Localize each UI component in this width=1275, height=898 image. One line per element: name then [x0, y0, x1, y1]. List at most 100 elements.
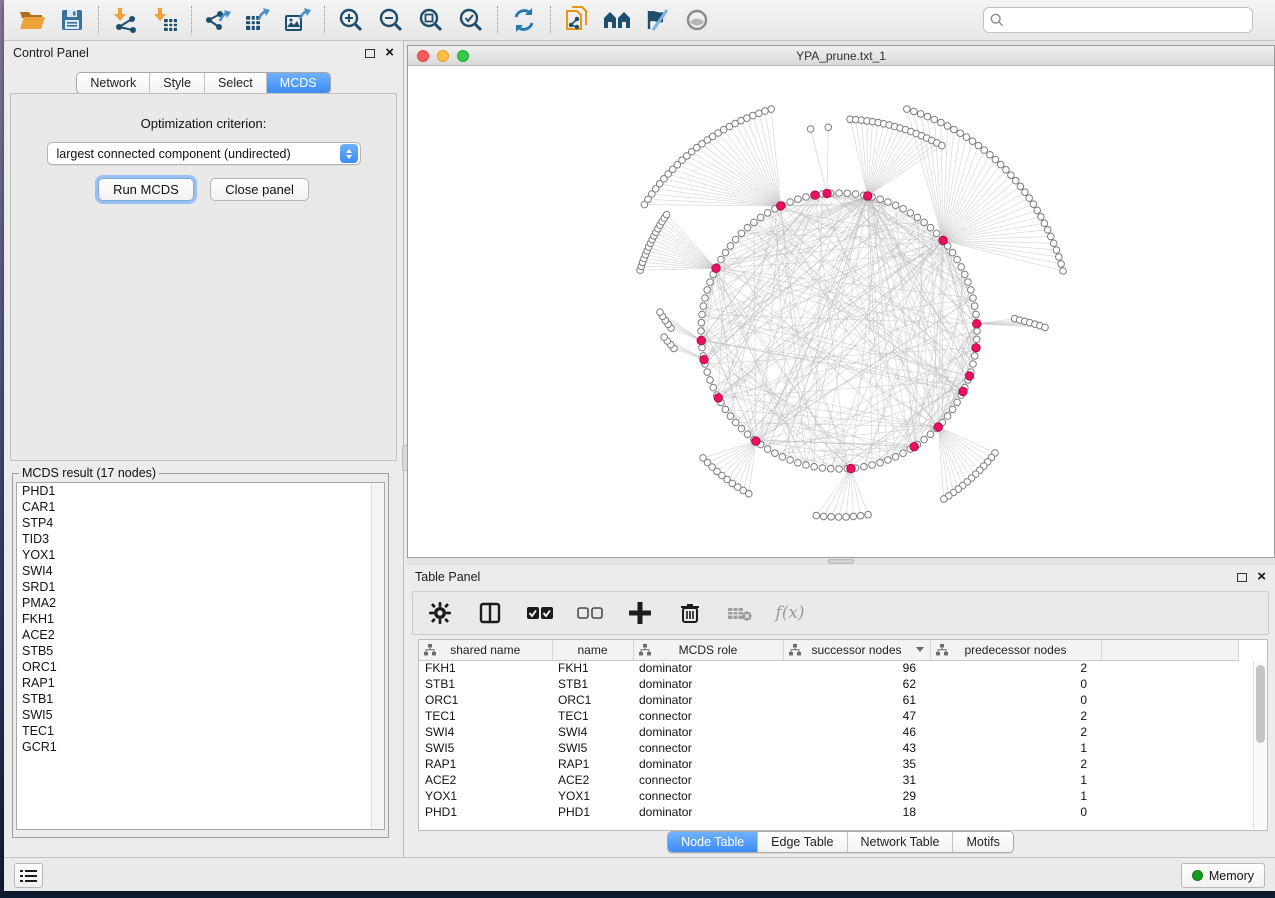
column-header-name[interactable]: name: [552, 640, 633, 660]
cell-shared_name[interactable]: STB1: [419, 676, 552, 692]
cell-shared_name[interactable]: PHD1: [419, 804, 552, 820]
cell-mcds_role[interactable]: dominator: [633, 676, 783, 692]
cell-successor_nodes[interactable]: 31: [783, 772, 930, 788]
cell-shared_name[interactable]: SWI4: [419, 724, 552, 740]
tab-edge-table[interactable]: Edge Table: [757, 832, 846, 852]
tab-select[interactable]: Select: [204, 73, 266, 93]
cell-predecessor_nodes[interactable]: 2: [930, 724, 1101, 740]
cell-successor_nodes[interactable]: 18: [783, 804, 930, 820]
table-row[interactable]: SWI5SWI5connector431: [419, 740, 1239, 756]
show-columns-button[interactable]: [475, 597, 505, 629]
mcds-result-item[interactable]: STP4: [17, 515, 384, 531]
cell-successor_nodes[interactable]: 43: [783, 740, 930, 756]
cell-mcds_role[interactable]: connector: [633, 708, 783, 724]
mcds-result-item[interactable]: CAR1: [17, 499, 384, 515]
mcds-result-item[interactable]: YOX1: [17, 547, 384, 563]
create-column-button[interactable]: [625, 597, 655, 629]
cell-name[interactable]: ORC1: [552, 692, 633, 708]
cell-shared_name[interactable]: RAP1: [419, 756, 552, 772]
cell-predecessor_nodes[interactable]: 0: [930, 692, 1101, 708]
cell-mcds_role[interactable]: dominator: [633, 804, 783, 820]
table-row[interactable]: SWI4SWI4dominator462: [419, 724, 1239, 740]
horizontal-splitter-handle[interactable]: [828, 559, 854, 564]
mcds-result-item[interactable]: STB5: [17, 643, 384, 659]
task-history-button[interactable]: [14, 863, 43, 888]
cell-mcds_role[interactable]: dominator: [633, 660, 783, 676]
cell-name[interactable]: RAP1: [552, 756, 633, 772]
clear-selection-checkboxes-button[interactable]: [575, 597, 605, 629]
save-session-button[interactable]: [52, 3, 92, 37]
import-network-button[interactable]: [105, 3, 145, 37]
column-header-successor-nodes[interactable]: successor nodes: [783, 640, 930, 660]
hide-graphics-details-button[interactable]: [637, 3, 677, 37]
cell-predecessor_nodes[interactable]: 2: [930, 708, 1101, 724]
cell-successor_nodes[interactable]: 47: [783, 708, 930, 724]
cell-name[interactable]: SWI5: [552, 740, 633, 756]
run-mcds-button[interactable]: Run MCDS: [98, 178, 194, 201]
open-file-button[interactable]: [12, 3, 52, 37]
close-panel-icon[interactable]: ×: [385, 48, 394, 58]
horizontal-splitter[interactable]: [406, 558, 1275, 565]
column-header-predecessor-nodes[interactable]: predecessor nodes: [930, 640, 1101, 660]
function-builder-button[interactable]: f(x): [775, 597, 805, 629]
tab-network[interactable]: Network: [77, 73, 149, 93]
export-image-button[interactable]: [278, 3, 318, 37]
mcds-result-item[interactable]: PHD1: [17, 483, 384, 499]
float-panel-icon[interactable]: [365, 49, 375, 58]
memory-button[interactable]: Memory: [1181, 863, 1265, 888]
cell-name[interactable]: PHD1: [552, 804, 633, 820]
cell-mcds_role[interactable]: dominator: [633, 692, 783, 708]
cell-name[interactable]: STB1: [552, 676, 633, 692]
network-canvas[interactable]: [408, 67, 1274, 557]
table-scrollbar[interactable]: [1253, 661, 1267, 829]
zoom-fit-button[interactable]: [411, 3, 451, 37]
import-table-button[interactable]: [145, 3, 185, 37]
tab-motifs[interactable]: Motifs: [952, 832, 1012, 852]
cell-name[interactable]: SWI4: [552, 724, 633, 740]
table-row[interactable]: FKH1FKH1dominator962: [419, 660, 1239, 676]
cell-predecessor_nodes[interactable]: 1: [930, 740, 1101, 756]
table-row[interactable]: TEC1TEC1connector472: [419, 708, 1239, 724]
cell-predecessor_nodes[interactable]: 0: [930, 676, 1101, 692]
cell-shared_name[interactable]: ACE2: [419, 772, 552, 788]
select-all-checkboxes-button[interactable]: [525, 597, 555, 629]
zoom-selected-button[interactable]: [451, 3, 491, 37]
network-graph[interactable]: [408, 67, 1274, 557]
mcds-result-item[interactable]: SRD1: [17, 579, 384, 595]
mcds-result-list[interactable]: PHD1CAR1STP4TID3YOX1SWI4SRD1PMA2FKH1ACE2…: [16, 482, 385, 830]
table-row[interactable]: RAP1RAP1dominator352: [419, 756, 1239, 772]
mcds-result-item[interactable]: TEC1: [17, 723, 384, 739]
cell-mcds_role[interactable]: connector: [633, 740, 783, 756]
table-mode-gear-button[interactable]: [425, 597, 455, 629]
cell-mcds_role[interactable]: connector: [633, 788, 783, 804]
new-network-from-selection-button[interactable]: [557, 3, 597, 37]
mcds-list-scrollbar[interactable]: [371, 483, 384, 829]
network-titlebar[interactable]: YPA_prune.txt_1: [408, 46, 1274, 66]
cell-successor_nodes[interactable]: 61: [783, 692, 930, 708]
zoom-out-button[interactable]: [371, 3, 411, 37]
cell-name[interactable]: YOX1: [552, 788, 633, 804]
mcds-result-item[interactable]: GCR1: [17, 739, 384, 755]
search-box[interactable]: [983, 7, 1253, 33]
refresh-button[interactable]: [504, 3, 544, 37]
tab-network-table[interactable]: Network Table: [847, 832, 953, 852]
cell-predecessor_nodes[interactable]: 1: [930, 772, 1101, 788]
cell-name[interactable]: FKH1: [552, 660, 633, 676]
mcds-result-item[interactable]: SWI5: [17, 707, 384, 723]
table-row[interactable]: ACE2ACE2connector311: [419, 772, 1239, 788]
mcds-result-item[interactable]: TID3: [17, 531, 384, 547]
cell-predecessor_nodes[interactable]: 1: [930, 788, 1101, 804]
table-row[interactable]: YOX1YOX1connector291: [419, 788, 1239, 804]
cell-predecessor_nodes[interactable]: 0: [930, 804, 1101, 820]
cell-predecessor_nodes[interactable]: 2: [930, 660, 1101, 676]
cell-name[interactable]: ACE2: [552, 772, 633, 788]
float-panel-icon[interactable]: [1237, 573, 1247, 582]
zoom-in-button[interactable]: [331, 3, 371, 37]
tab-mcds[interactable]: MCDS: [266, 73, 330, 93]
criterion-dropdown[interactable]: largest connected component (undirected): [47, 142, 361, 165]
table-row[interactable]: ORC1ORC1dominator610: [419, 692, 1239, 708]
cell-shared_name[interactable]: YOX1: [419, 788, 552, 804]
table-row[interactable]: STB1STB1dominator620: [419, 676, 1239, 692]
cell-successor_nodes[interactable]: 62: [783, 676, 930, 692]
mcds-result-item[interactable]: FKH1: [17, 611, 384, 627]
